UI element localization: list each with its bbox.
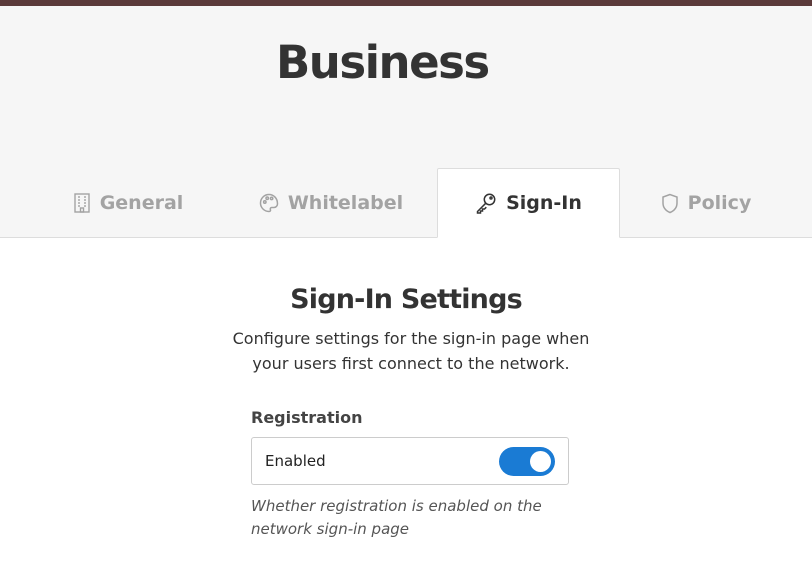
section-description: Configure settings for the sign-in page … (232, 329, 590, 373)
registration-label: Registration (251, 408, 363, 427)
registration-toggle-field[interactable]: Enabled (251, 437, 569, 485)
tab-whitelabel[interactable]: Whitelabel (240, 168, 422, 238)
tab-bar: General Whitelabel Sign-In Policy (0, 168, 812, 238)
section-title: Sign-In Settings (290, 284, 523, 315)
tab-general-label: General (99, 192, 184, 214)
toggle-knob (530, 451, 551, 472)
registration-toggle-switch[interactable] (499, 447, 555, 476)
page-title: Business (276, 36, 490, 89)
tab-sign-in[interactable]: Sign-In (437, 168, 620, 238)
palette-icon (259, 193, 279, 213)
page-header: Business General Whitelabel Sign-In Poli… (0, 6, 812, 238)
tab-sign-in-label: Sign-In (506, 192, 582, 214)
building-icon (73, 193, 91, 213)
key-icon (475, 192, 497, 214)
tab-whitelabel-label: Whitelabel (287, 192, 404, 214)
tab-general[interactable]: General (38, 168, 218, 238)
registration-help-text: Whether registration is enabled on the n… (251, 497, 542, 538)
shield-icon (661, 193, 679, 214)
tab-policy[interactable]: Policy (620, 168, 792, 238)
registration-status-text: Enabled (265, 452, 326, 470)
tab-policy-label: Policy (687, 192, 752, 214)
